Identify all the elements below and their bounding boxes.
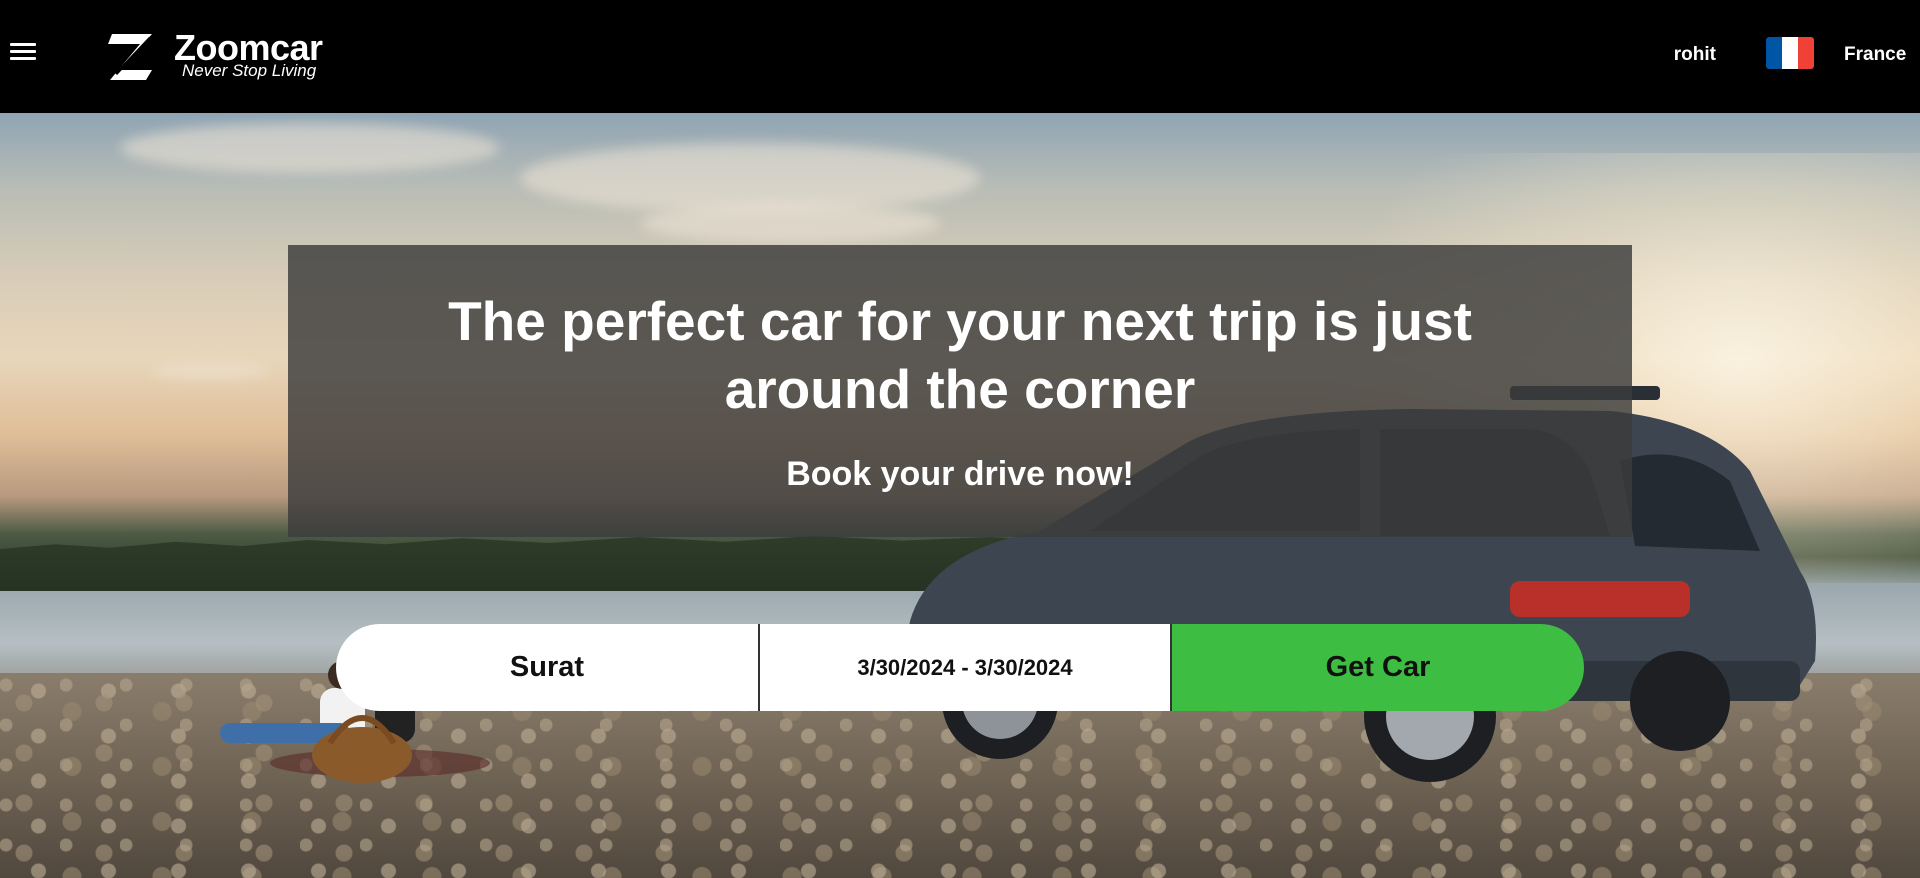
city-selector[interactable]: Surat — [336, 624, 760, 711]
cloud — [150, 363, 270, 379]
date-range-picker[interactable]: 3/30/2024 - 3/30/2024 — [760, 624, 1172, 711]
france-flag-icon[interactable] — [1766, 37, 1814, 69]
hero-banner: The perfect car for your next trip is ju… — [0, 113, 1920, 878]
zoomcar-z-logo-icon — [108, 34, 152, 80]
car-search-bar: Surat 3/30/2024 - 3/30/2024 Get Car — [336, 624, 1584, 711]
logo-tagline: Never Stop Living — [182, 61, 317, 80]
cloud — [120, 123, 500, 173]
hero-subheadline: Book your drive now! — [786, 455, 1134, 493]
cloud — [640, 203, 940, 243]
get-car-button[interactable]: Get Car — [1172, 624, 1584, 711]
cloud — [520, 143, 980, 213]
hero-headline: The perfect car for your next trip is ju… — [448, 290, 1472, 420]
site-header: Zoomcar Never Stop Living rohit France — [0, 0, 1920, 113]
hamburger-menu-icon[interactable] — [10, 43, 36, 63]
user-name-link[interactable]: rohit — [1674, 44, 1716, 66]
country-selector[interactable]: France — [1844, 44, 1906, 66]
headline-panel: The perfect car for your next trip is ju… — [288, 245, 1632, 537]
zoomcar-logo[interactable]: Zoomcar Never Stop Living — [106, 28, 346, 84]
